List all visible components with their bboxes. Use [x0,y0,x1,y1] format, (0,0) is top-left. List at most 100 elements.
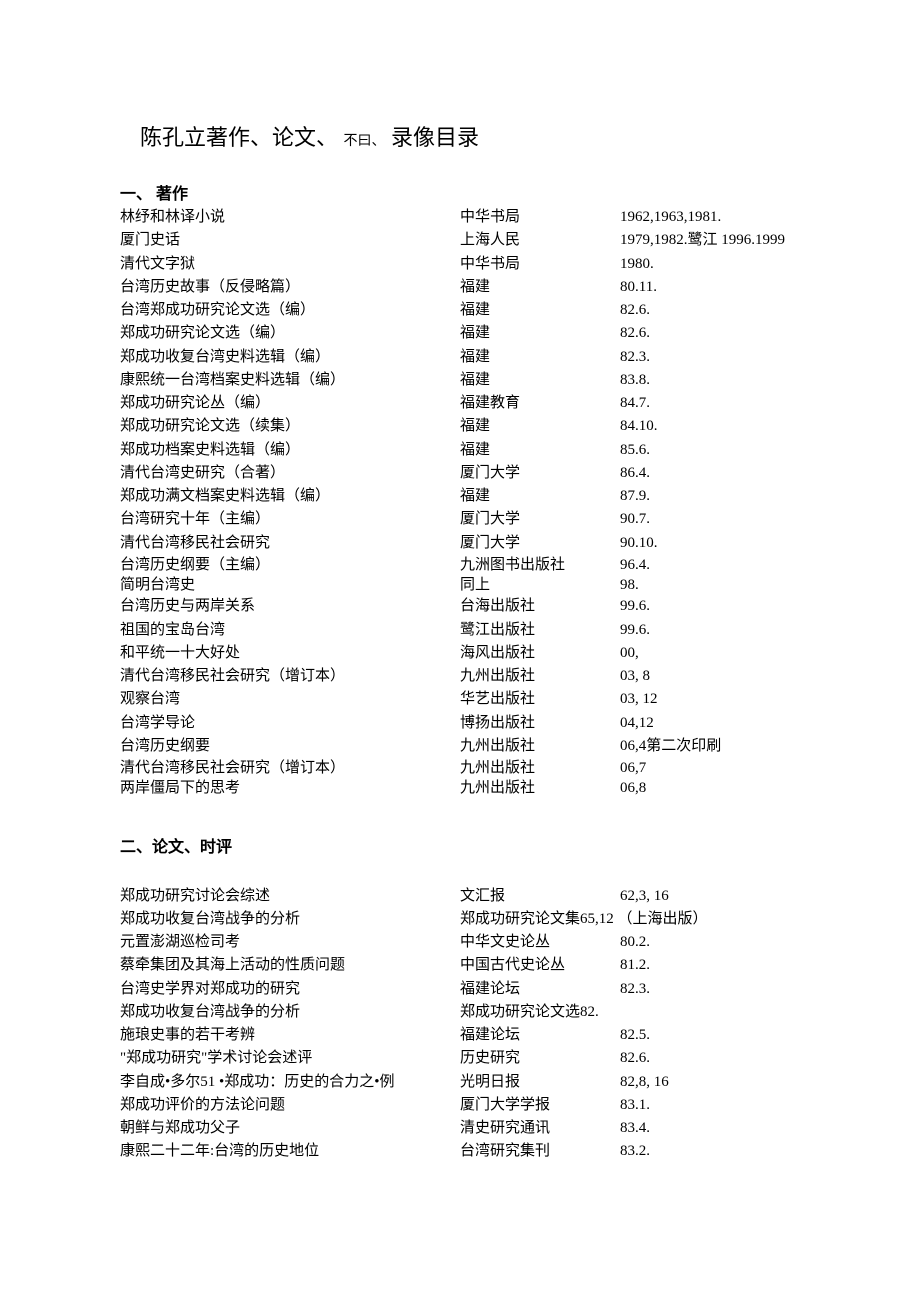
entry-date: 1979,1982.鹭江 1996.1999 [620,229,800,252]
entry-date: 83.4. [620,1117,800,1140]
papers-row: 蔡牵集团及其海上活动的性质问题中国古代史论丛81.2. [120,954,800,977]
entry-title: 简明台湾史 [120,575,460,595]
works-row: 郑成功研究论文选（续集）福建84.10. [120,415,800,438]
entry-publisher: 福建 [460,346,620,369]
entry-title: 郑成功收复台湾史料选辑（编） [120,346,460,369]
works-row: 厦门史话上海人民 1979,1982.鹭江 1996.1999 [120,229,800,252]
entry-title: 清代文字狱 [120,253,460,276]
papers-row: 台湾史学界对郑成功的研究福建论坛82.3. [120,978,800,1001]
entry-date: 84.7. [620,392,800,415]
papers-row: 李自成•多尔51 •郑成功：历史的合力之•例光明日报82,8, 16 [120,1071,800,1094]
entry-date: 84.10. [620,415,800,438]
entry-title: 郑成功收复台湾战争的分析 [120,908,460,931]
entry-date: 83.2. [620,1140,800,1163]
entry-title: 林纾和林译小说 [120,206,460,229]
entry-publisher: 九州出版社 [460,778,620,798]
section-1-header: 一、 著作 [120,180,800,204]
entry-publisher: 光明日报 [460,1071,620,1094]
entry-publisher: 福建论坛 [460,978,620,1001]
works-row: 郑成功档案史料选辑（编）福建85.6. [120,439,800,462]
papers-row: 康熙二十二年:台湾的历史地位台湾研究集刊83.2. [120,1140,800,1163]
works-row: 台湾历史与两岸关系台海出版社99.6. [120,595,800,618]
entry-publisher: 上海人民 [460,229,620,252]
works-row: 简明台湾史同上98. [120,575,800,595]
entry-date: 00, [620,642,800,665]
works-row: 郑成功满文档案史料选辑（编）福建87.9. [120,485,800,508]
works-row: 观察台湾华艺出版社03, 12 [120,688,800,711]
entry-date: 86.4. [620,462,800,485]
papers-row: 郑成功收复台湾战争的分析郑成功研究论文集65,12 （上海出版） [120,908,800,931]
entry-title: 郑成功档案史料选辑（编） [120,439,460,462]
entry-title: 台湾历史与两岸关系 [120,595,460,618]
entry-date: 83.1. [620,1094,800,1117]
entry-publisher: 厦门大学 [460,508,620,531]
entry-title: 祖国的宝岛台湾 [120,619,460,642]
entry-title: 蔡牵集团及其海上活动的性质问题 [120,954,460,977]
entry-date: 06,4第二次印刷 [620,735,800,758]
entry-publisher: 九洲图书出版社 [460,555,620,575]
works-row: 康熙统一台湾档案史料选辑（编）福建83.8. [120,369,800,392]
entry-date: 82.6. [620,299,800,322]
works-list: 林纾和林译小说中华书局1962,1963,1981.厦门史话上海人民 1979,… [120,206,800,799]
entry-title: 观察台湾 [120,688,460,711]
entry-publisher: 博扬出版社 [460,712,620,735]
entry-title: 朝鲜与郑成功父子 [120,1117,460,1140]
works-row: 郑成功研究论丛（编）福建教育84.7. [120,392,800,415]
entry-title: 李自成•多尔51 •郑成功：历史的合力之•例 [120,1071,460,1094]
works-row: 台湾历史纲要九州出版社06,4第二次印刷 [120,735,800,758]
entry-title: 康熙二十二年:台湾的历史地位 [120,1140,460,1163]
entry-title: 清代台湾移民社会研究（增订本） [120,665,460,688]
entry-publisher: 福建 [460,276,620,299]
works-row: 清代文字狱中华书局 1980. [120,253,800,276]
works-row: 台湾研究十年（主编）厦门大学90.7. [120,508,800,531]
entry-publisher: 中国古代史论丛 [460,954,620,977]
works-row: 台湾学导论博扬出版社04,12 [120,712,800,735]
entry-date: 99.6. [620,595,800,618]
entry-date: 90.7. [620,508,800,531]
works-row: 郑成功收复台湾史料选辑（编）福建82.3. [120,346,800,369]
papers-row: 郑成功收复台湾战争的分析郑成功研究论文选82. [120,1001,800,1024]
entry-date: 82.5. [620,1024,800,1047]
entry-date: 83.8. [620,369,800,392]
works-row: 和平统一十大好处海风出版社00, [120,642,800,665]
works-row: 两岸僵局下的思考九州出版社06,8 [120,778,800,798]
entry-publisher: 海风出版社 [460,642,620,665]
entry-title: 台湾历史故事（反侵略篇） [120,276,460,299]
entry-title: 两岸僵局下的思考 [120,778,460,798]
papers-row: 郑成功评价的方法论问题厦门大学学报83.1. [120,1094,800,1117]
entry-publisher: 厦门大学 [460,532,620,555]
entry-publisher: 郑成功研究论文集65,12 （上海出版） [460,908,708,931]
entry-date: 62,3, 16 [620,885,800,908]
entry-publisher: 福建论坛 [460,1024,620,1047]
entry-title: 台湾学导论 [120,712,460,735]
entry-title: 台湾史学界对郑成功的研究 [120,978,460,1001]
entry-title: 和平统一十大好处 [120,642,460,665]
works-row: 清代台湾移民社会研究（增订本）九州出版社06,7 [120,758,800,778]
entry-title: 康熙统一台湾档案史料选辑（编） [120,369,460,392]
entry-publisher: 文汇报 [460,885,620,908]
entry-date: 96.4. [620,555,800,575]
entry-publisher: 九州出版社 [460,735,620,758]
entry-publisher: 鹭江出版社 [460,619,620,642]
entry-title: 台湾研究十年（主编） [120,508,460,531]
entry-date: 98. [620,575,800,595]
papers-list: 郑成功研究讨论会综述文汇报62,3, 16郑成功收复台湾战争的分析郑成功研究论文… [120,885,800,1164]
entry-title: 郑成功研究讨论会综述 [120,885,460,908]
papers-row: 郑成功研究讨论会综述文汇报62,3, 16 [120,885,800,908]
works-row: 林纾和林译小说中华书局1962,1963,1981. [120,206,800,229]
entry-date: 82.3. [620,978,800,1001]
entry-title: 郑成功收复台湾战争的分析 [120,1001,460,1024]
entry-title: 厦门史话 [120,229,460,252]
entry-title: 郑成功评价的方法论问题 [120,1094,460,1117]
entry-publisher: 九州出版社 [460,758,620,778]
entry-publisher: 九州出版社 [460,665,620,688]
entry-publisher: 台海出版社 [460,595,620,618]
entry-title: 台湾郑成功研究论文选（编） [120,299,460,322]
works-row: 清代台湾移民社会研究厦门大学90.10. [120,532,800,555]
title-end: 录像目录 [391,125,479,150]
entry-date: 80.11. [620,276,800,299]
entry-title: 清代台湾移民社会研究（增订本） [120,758,460,778]
entry-title: 郑成功满文档案史料选辑（编） [120,485,460,508]
entry-publisher: 清史研究通讯 [460,1117,620,1140]
document-page: 陈孔立著作、论文、 不曰、 录像目录 一、 著作 林纾和林译小说中华书局1962… [0,0,920,1302]
